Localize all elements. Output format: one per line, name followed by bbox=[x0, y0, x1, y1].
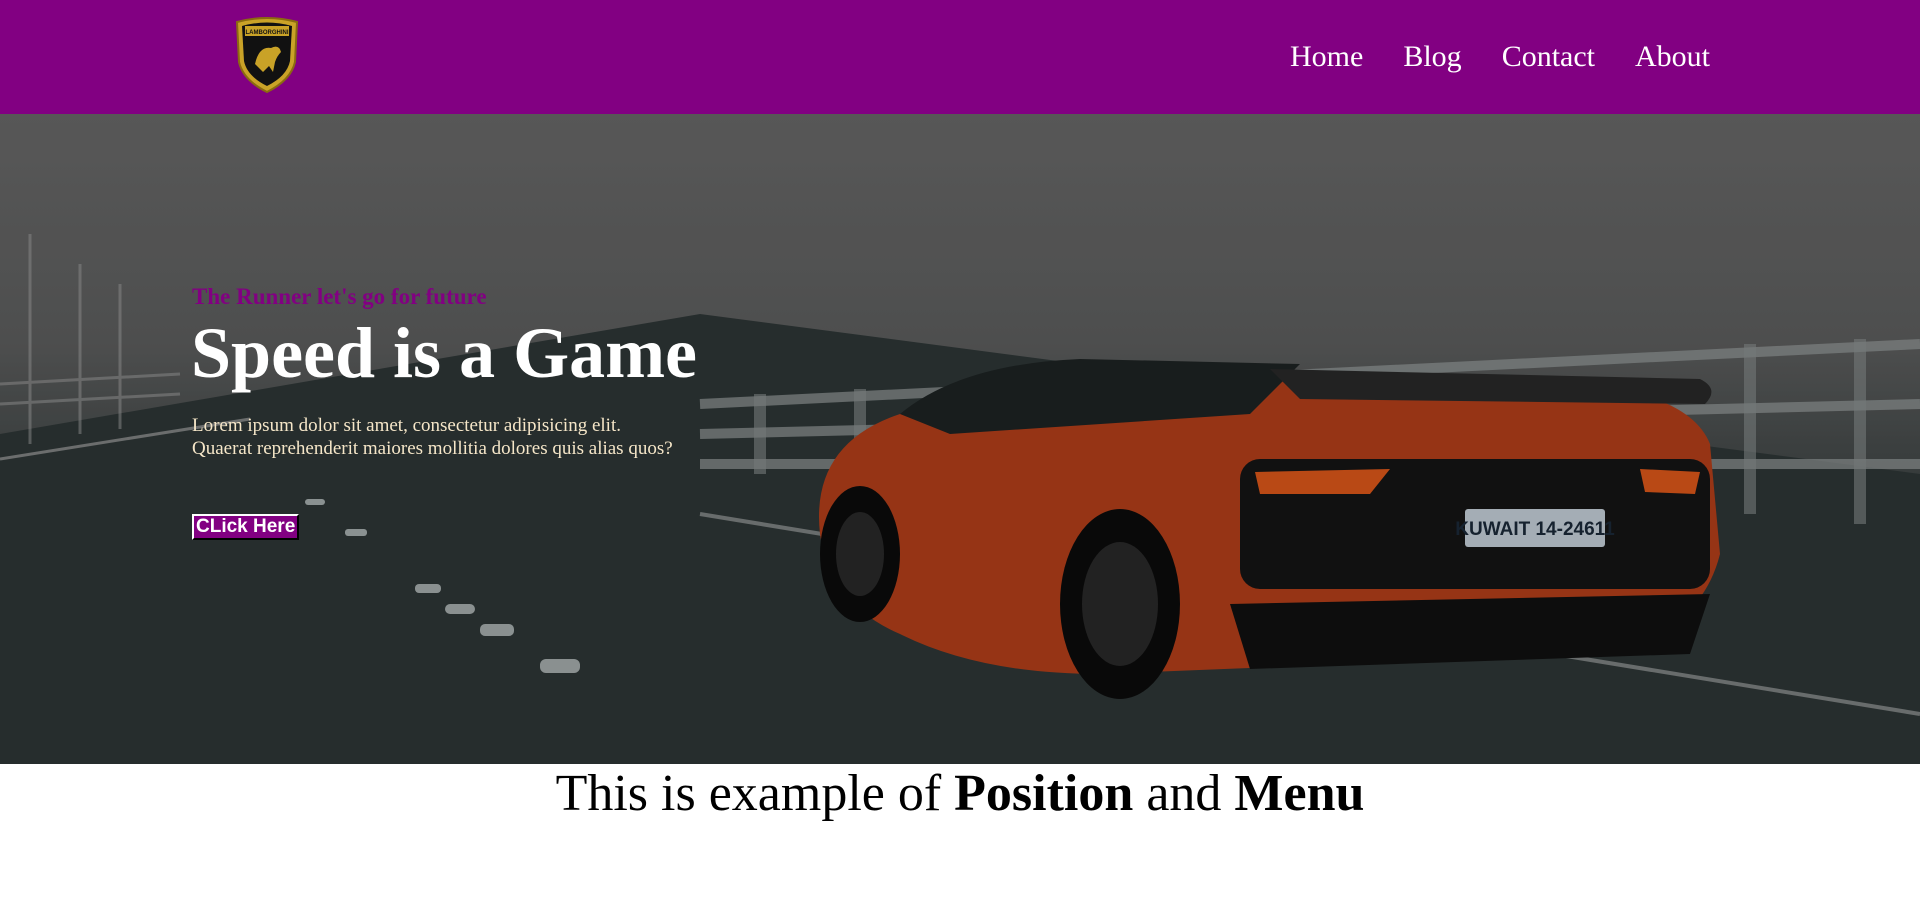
hero-headline: Speed is a Game bbox=[191, 313, 698, 393]
caption-bold-menu: Menu bbox=[1234, 765, 1365, 822]
nav-blog-link[interactable]: Blog bbox=[1403, 40, 1461, 74]
click-here-button[interactable]: CLick Here bbox=[192, 514, 300, 540]
caption-text-2: and bbox=[1133, 765, 1235, 822]
hero-description-line1: Lorem ipsum dolor sit amet, consectetur … bbox=[192, 415, 621, 436]
svg-text:LAMBORGHINI: LAMBORGHINI bbox=[246, 30, 289, 36]
hero-description-line2: Quaerat reprehenderit maiores mollitia d… bbox=[192, 438, 673, 459]
lamborghini-logo[interactable]: LAMBORGHINI bbox=[233, 16, 301, 94]
page-caption: This is example of Position and Menu bbox=[0, 764, 1920, 824]
caption-text-1: This is example of bbox=[555, 765, 955, 822]
navbar: LAMBORGHINI Home Blog Contact About bbox=[0, 0, 1920, 114]
main-menu: Home Blog Contact About bbox=[1290, 40, 1710, 74]
hero-description: Lorem ipsum dolor sit amet, consectetur … bbox=[192, 414, 752, 460]
nav-contact-link[interactable]: Contact bbox=[1502, 40, 1595, 74]
nav-about-link[interactable]: About bbox=[1635, 40, 1710, 74]
nav-home-link[interactable]: Home bbox=[1290, 40, 1363, 74]
hero-section: KUWAIT 14-24611 The Runner let's go for … bbox=[0, 114, 1920, 764]
hero-tagline: The Runner let's go for future bbox=[192, 284, 487, 309]
caption-bold-position: Position bbox=[954, 765, 1134, 822]
